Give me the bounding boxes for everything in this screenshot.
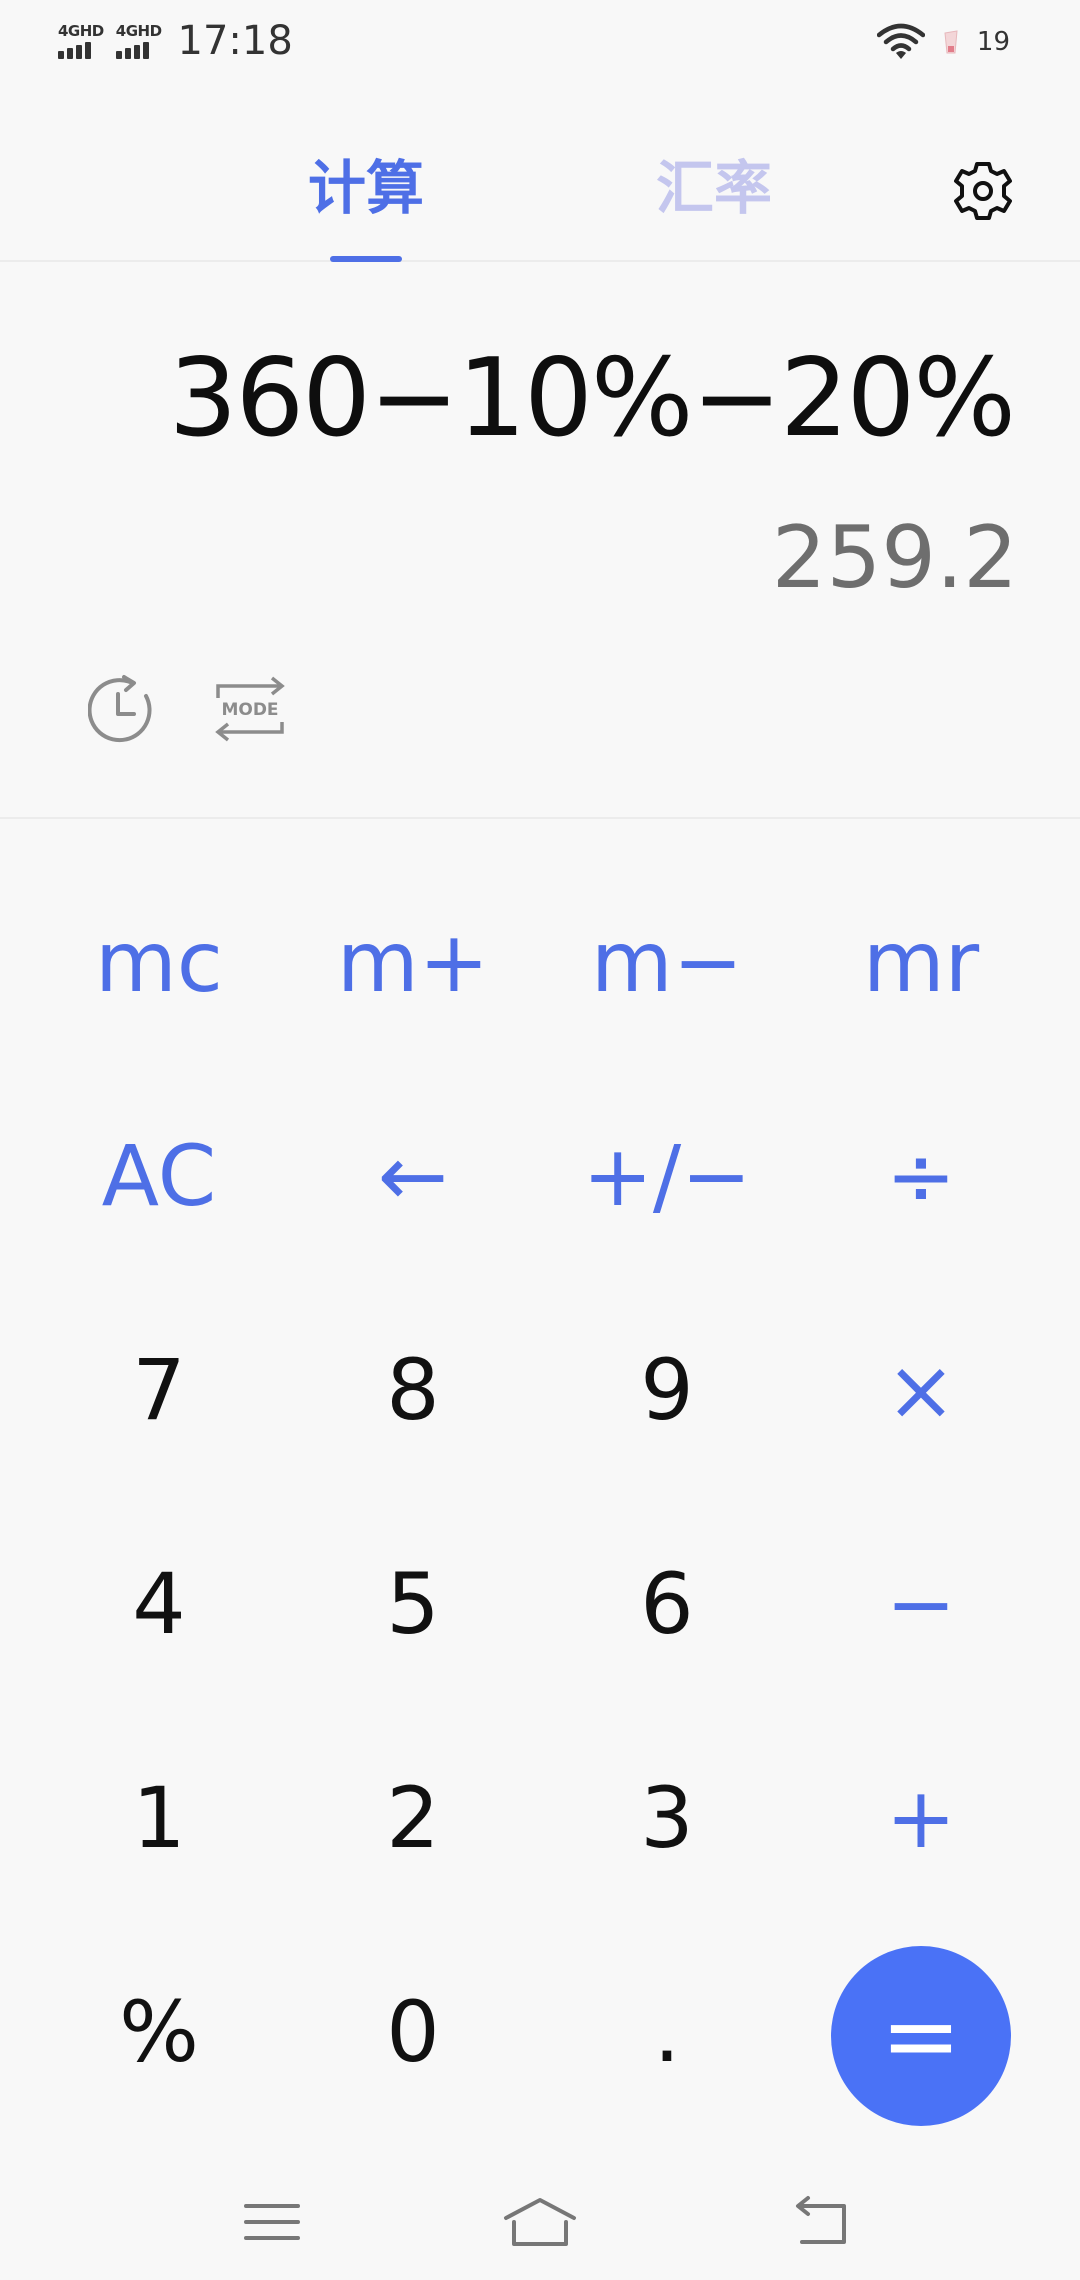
digit-7-button[interactable]: 7 [32,1283,286,1497]
battery-level: 19 [976,27,1010,57]
digit-5-button[interactable]: 5 [286,1497,540,1711]
digit-4-button[interactable]: 4 [32,1497,286,1711]
plus-button[interactable]: + [794,1711,1048,1925]
memory-subtract-button[interactable]: m− [540,855,794,1069]
result-display: 259.2 [771,508,1018,608]
expression-display: 360−10%−20% [168,336,1016,461]
memory-recall-button[interactable]: mr [794,855,1048,1069]
status-bar: 4GHD 4GHD 17:18 19 [0,0,1080,84]
wifi-icon [876,23,925,59]
status-time: 17:18 [177,18,293,64]
digit-6-button[interactable]: 6 [540,1497,794,1711]
menu-icon[interactable] [234,2192,310,2252]
mode-switch-icon: MODE [215,676,285,742]
tab-exchange-rate[interactable]: 汇率 [656,154,772,222]
all-clear-button[interactable]: AC [32,1069,286,1283]
signal-1-label: 4GHD [58,21,104,40]
signal-2-label: 4GHD [115,21,162,40]
mode-tabs: 计算 汇率 [0,84,1080,262]
digit-2-button[interactable]: 2 [286,1711,540,1925]
divide-button[interactable]: ÷ [794,1069,1048,1283]
gear-icon[interactable] [952,160,1014,222]
digit-3-button[interactable]: 3 [540,1711,794,1925]
home-icon[interactable] [502,2192,578,2252]
multiply-button[interactable]: × [794,1283,1048,1497]
tab-calculator[interactable]: 计算 [308,154,424,222]
sign-toggle-button[interactable]: +/− [540,1069,794,1283]
digit-9-button[interactable]: 9 [540,1283,794,1497]
memory-clear-button[interactable]: mc [32,855,286,1069]
equals-button[interactable]: = [831,1946,1011,2126]
mode-label: MODE [221,700,278,720]
active-tab-indicator [330,256,402,262]
digit-0-button[interactable]: 0 [286,1925,540,2139]
mode-switch-button[interactable]: MODE [212,674,288,744]
digit-1-button[interactable]: 1 [32,1711,286,1925]
signal-2: 4GHD [115,21,162,59]
signal-bars-icon [115,41,149,59]
digit-8-button[interactable]: 8 [286,1283,540,1497]
status-right: 19 [876,20,1010,64]
minus-button[interactable]: − [794,1497,1048,1711]
percent-button[interactable]: % [32,1925,286,2139]
backspace-button[interactable]: ← [286,1069,540,1283]
back-icon[interactable] [784,2192,860,2252]
battery-icon [944,30,958,54]
memory-add-button[interactable]: m+ [286,855,540,1069]
signal-bars-icon [58,41,91,59]
signal-1: 4GHD [58,21,104,59]
status-left: 4GHD 4GHD 17:18 [58,16,293,66]
system-nav-bar [0,2160,1080,2280]
history-icon[interactable] [88,674,158,744]
display-divider [0,817,1080,819]
decimal-point-button[interactable]: . [540,1925,794,2139]
